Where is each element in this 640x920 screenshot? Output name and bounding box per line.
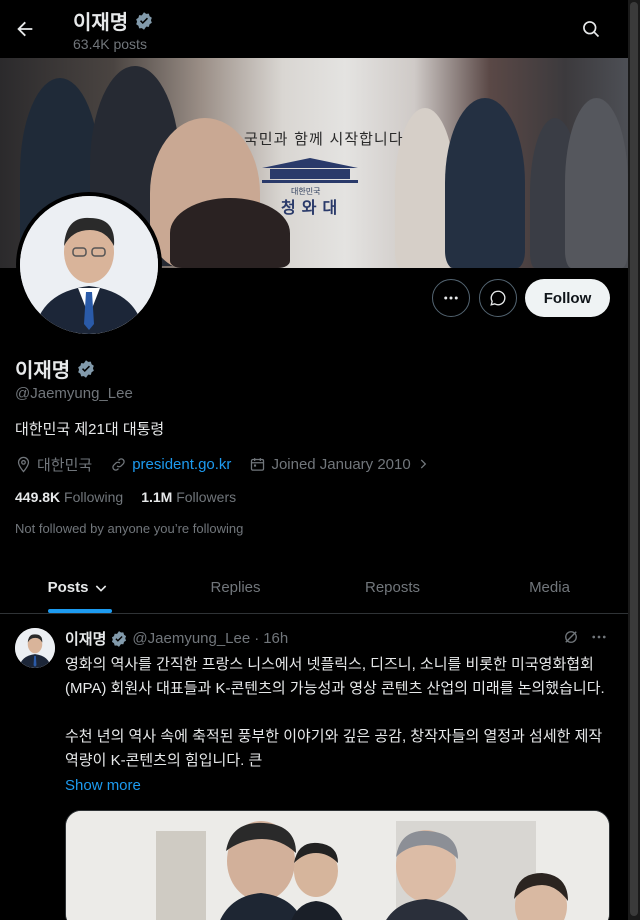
- scrollbar-thumb[interactable]: [630, 2, 638, 916]
- tab-replies[interactable]: Replies: [157, 562, 314, 613]
- post-avatar[interactable]: [15, 628, 55, 668]
- location-pin-icon: [17, 456, 30, 473]
- following-count: 449.8K: [15, 489, 61, 505]
- banner-emblem-large: 청와대: [281, 200, 344, 217]
- website-link[interactable]: president.go.kr: [132, 456, 231, 473]
- post-author-name[interactable]: 이재명: [65, 628, 106, 649]
- followers-label: Followers: [176, 489, 237, 505]
- avatar-portrait: [15, 628, 55, 668]
- chevron-down-icon: [96, 584, 107, 592]
- post-time[interactable]: 16h: [263, 630, 288, 647]
- post-header-actions: [562, 628, 608, 646]
- grok-icon[interactable]: [562, 628, 580, 646]
- more-options-button[interactable]: [432, 279, 470, 317]
- location-item: 대한민국: [15, 454, 92, 475]
- post-photo: [66, 811, 609, 920]
- message-button[interactable]: [479, 279, 517, 317]
- header-name: 이재명: [73, 12, 129, 34]
- follow-button[interactable]: Follow: [525, 279, 610, 317]
- post-author-handle[interactable]: @Jaemyung_Lee: [132, 630, 250, 647]
- location-text: 대한민국: [37, 456, 93, 474]
- tab-media[interactable]: Media: [471, 562, 628, 613]
- chevron-right-icon: [420, 459, 426, 469]
- profile-handle: @Jaemyung_Lee: [15, 385, 133, 402]
- joined-text: Joined January 2010: [271, 455, 411, 473]
- post-media-image[interactable]: [65, 810, 610, 920]
- tab-replies-label: Replies: [210, 579, 261, 596]
- joined-item[interactable]: Joined January 2010: [249, 456, 429, 473]
- verified-badge-icon: [136, 11, 153, 30]
- tab-media-label: Media: [529, 579, 570, 596]
- post-body: 영화의 역사를 간직한 프랑스 니스에서 넷플릭스, 디즈니, 소니를 비롯한 …: [65, 653, 615, 797]
- post-paragraph: 수천 년의 역사 속에 축적된 풍부한 이야기와 깊은 공감, 창작자들의 열정…: [65, 728, 603, 769]
- back-button[interactable]: [10, 14, 40, 44]
- scrollbar[interactable]: [628, 0, 640, 920]
- calendar-icon: [251, 457, 265, 471]
- post-separator: ·: [254, 630, 260, 647]
- profile-name: 이재명: [15, 360, 71, 382]
- header-posts-count: 63.4K posts: [73, 36, 147, 52]
- profile-meta: 대한민국 president.go.kr Joined January 2010: [15, 454, 448, 474]
- active-tab-indicator: [48, 609, 112, 613]
- link-icon: [112, 457, 125, 471]
- following-label: Following: [64, 489, 124, 505]
- header-name-row: 이재명: [73, 6, 154, 35]
- profile-bio: 대한민국 제21대 대통령: [15, 421, 165, 438]
- chat-bubble-icon: [490, 290, 506, 306]
- more-horizontal-icon: [444, 296, 458, 300]
- banner-slogan: 국민과 함께 시작합니다: [244, 130, 404, 148]
- profile-name-row: 이재명: [15, 354, 96, 383]
- tab-reposts[interactable]: Reposts: [314, 562, 471, 613]
- show-more-link[interactable]: Show more: [65, 777, 141, 794]
- verified-badge-icon[interactable]: [76, 359, 96, 379]
- tab-posts-label: Posts: [47, 579, 89, 596]
- post-header: 이재명 @Jaemyung_Lee · 16h: [65, 628, 288, 649]
- tab-reposts-label: Reposts: [364, 579, 421, 596]
- profile-tabs: Posts Replies Reposts Media: [0, 562, 628, 614]
- followers-count: 1.1M: [141, 489, 173, 505]
- tab-posts[interactable]: Posts: [0, 562, 157, 613]
- verified-badge-icon: [112, 630, 127, 647]
- blue-house-emblem-icon: [262, 158, 358, 183]
- profile-avatar[interactable]: [16, 192, 162, 338]
- not-followed-text: Not followed by anyone you’re following: [15, 521, 244, 536]
- top-bar: 이재명 63.4K posts: [0, 0, 628, 58]
- website-item: president.go.kr: [110, 456, 231, 473]
- post-paragraph: 영화의 역사를 간직한 프랑스 니스에서 넷플릭스, 디즈니, 소니를 비롯한 …: [65, 656, 605, 697]
- followers-link[interactable]: 1.1M Followers: [141, 489, 236, 505]
- search-icon: [583, 21, 600, 38]
- arrow-left-icon: [17, 21, 33, 37]
- more-horizontal-icon[interactable]: [590, 628, 608, 646]
- avatar-portrait: [20, 196, 158, 334]
- following-link[interactable]: 449.8K Following: [15, 489, 123, 505]
- search-button[interactable]: [576, 14, 606, 44]
- follow-counts: 449.8K Following 1.1M Followers: [15, 489, 236, 505]
